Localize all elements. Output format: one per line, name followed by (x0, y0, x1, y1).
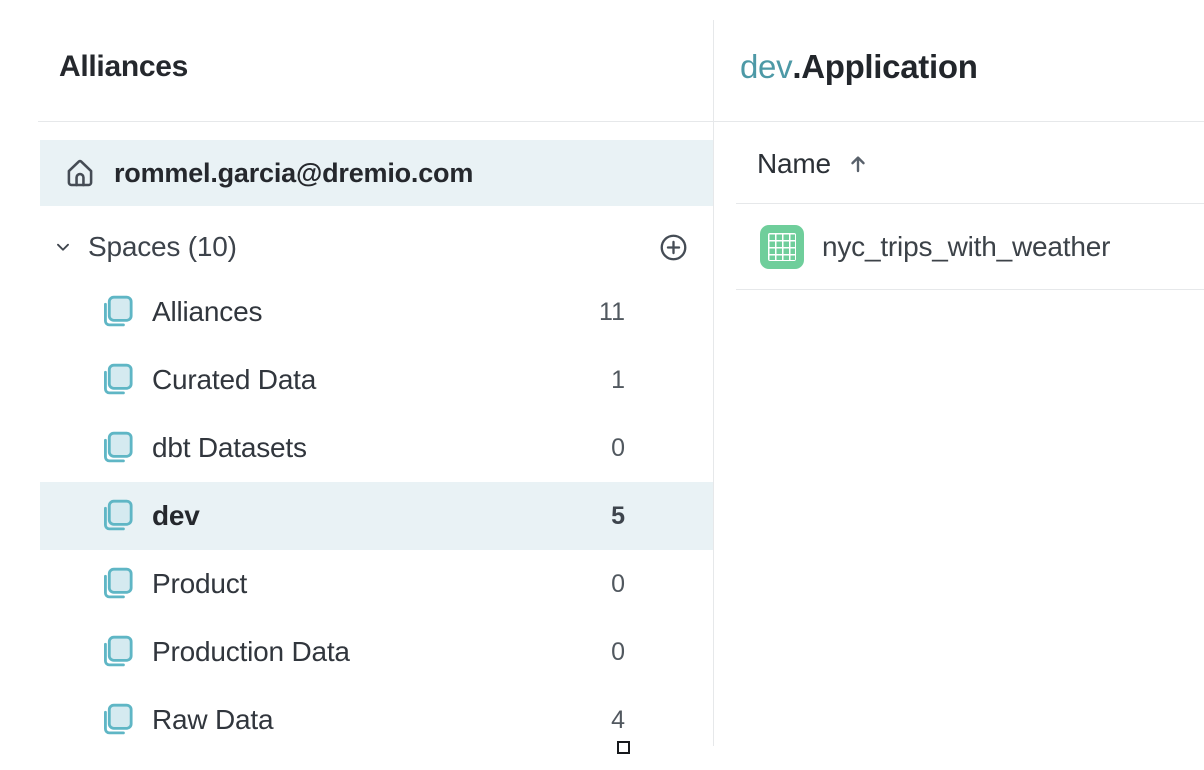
breadcrumb-space-link[interactable]: dev (740, 48, 792, 85)
spaces-section-header[interactable]: Spaces (10) (40, 218, 713, 276)
dataset-row-nyc-trips-with-weather[interactable]: nyc_trips_with_weather (760, 224, 1204, 270)
table-header-divider (736, 203, 1204, 204)
stray-square-artifact (617, 741, 630, 754)
space-icon (100, 702, 134, 738)
space-item-product[interactable]: Product 0 (40, 550, 713, 618)
space-item-count: 4 (611, 706, 625, 735)
space-item-label: Raw Data (152, 704, 273, 736)
dataset-row-divider (736, 289, 1204, 290)
sort-arrow-up-icon (845, 151, 871, 177)
space-item-count: 5 (611, 502, 625, 531)
breadcrumb: dev.Application (740, 48, 978, 86)
space-icon (100, 362, 134, 398)
space-icon (100, 566, 134, 602)
main-title-divider (714, 121, 1204, 122)
home-icon (62, 155, 98, 191)
space-item-label: dev (152, 500, 200, 532)
space-item-alliances[interactable]: Alliances 11 (40, 278, 713, 346)
space-item-label: Product (152, 568, 247, 600)
space-item-label: Alliances (152, 296, 262, 328)
space-item-dev[interactable]: dev 5 (40, 482, 713, 550)
space-item-dbt-datasets[interactable]: dbt Datasets 0 (40, 414, 713, 482)
space-item-raw-data[interactable]: Raw Data 4 (40, 686, 713, 754)
spaces-section-label: Spaces (10) (88, 231, 237, 263)
add-space-button[interactable] (658, 232, 689, 263)
left-panel-title: Alliances (59, 50, 188, 84)
space-item-count: 0 (611, 570, 625, 599)
dataset-name: nyc_trips_with_weather (822, 231, 1110, 263)
column-header-name-label: Name (757, 148, 831, 180)
space-item-count: 0 (611, 638, 625, 667)
space-icon (100, 430, 134, 466)
panel-divider (713, 20, 714, 746)
space-item-count: 1 (611, 366, 625, 395)
home-catalog-label: rommel.garcia@dremio.com (114, 158, 473, 189)
space-item-curated-data[interactable]: Curated Data 1 (40, 346, 713, 414)
space-item-label: dbt Datasets (152, 432, 307, 464)
chevron-down-icon[interactable] (52, 236, 74, 258)
dataset-table-icon (760, 225, 804, 269)
plus-circle-icon (658, 232, 689, 263)
breadcrumb-current: Application (801, 48, 977, 85)
left-panel-title-divider (38, 121, 713, 122)
column-header-name[interactable]: Name (757, 146, 871, 182)
space-item-production-data[interactable]: Production Data 0 (40, 618, 713, 686)
home-catalog-item[interactable]: rommel.garcia@dremio.com (40, 140, 713, 206)
space-icon (100, 294, 134, 330)
spaces-list: Alliances 11 Curated Data 1 dbt Datasets… (40, 278, 713, 754)
space-icon (100, 498, 134, 534)
space-icon (100, 634, 134, 670)
space-item-count: 0 (611, 434, 625, 463)
breadcrumb-separator: . (792, 48, 801, 85)
space-item-label: Curated Data (152, 364, 316, 396)
space-item-label: Production Data (152, 636, 350, 668)
space-item-count: 11 (599, 298, 625, 327)
